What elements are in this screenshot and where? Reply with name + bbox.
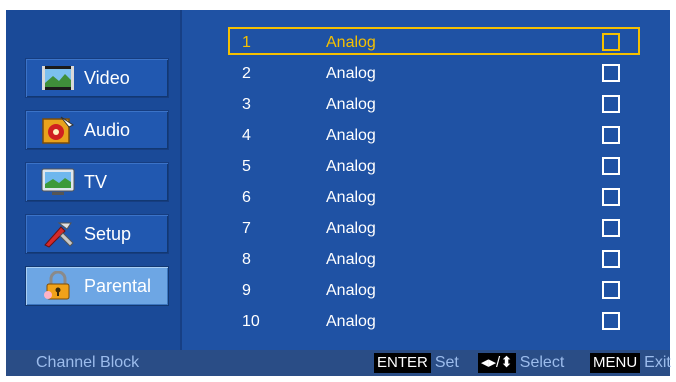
menu-hint-label: Exit: [644, 354, 671, 371]
menu-key-badge: MENU: [590, 353, 641, 373]
menu-item-label: TV: [84, 171, 108, 192]
channel-row[interactable]: 1 Analog: [228, 27, 642, 56]
channel-type: Analog: [326, 282, 376, 299]
channel-type: Analog: [326, 96, 376, 113]
menu-item-audio[interactable]: Audio: [25, 110, 169, 150]
menu-hint: MENU Exit: [590, 353, 671, 373]
channel-row[interactable]: 5 Analog: [230, 154, 642, 180]
menu-item-tv[interactable]: TV: [25, 162, 169, 202]
block-checkbox[interactable]: [602, 126, 620, 144]
channel-number: 6: [242, 189, 251, 206]
channel-number: 8: [242, 251, 251, 268]
channel-type: Analog: [326, 65, 376, 82]
channel-type: Analog: [326, 313, 376, 330]
parental-menu-panel: Video Audio TV Setup Parental 1 Analog 2…: [6, 10, 670, 350]
block-checkbox[interactable]: [602, 250, 620, 268]
channel-row[interactable]: 8 Analog: [230, 247, 642, 273]
block-checkbox[interactable]: [602, 33, 620, 51]
channel-type: Analog: [326, 34, 376, 51]
menu-item-label: Setup: [84, 223, 132, 244]
channel-row[interactable]: 6 Analog: [230, 185, 642, 211]
channel-number: 9: [242, 282, 251, 299]
arrow-hint: ◂▸/⬍ Select: [478, 353, 564, 373]
setup-tools-icon: [40, 219, 76, 249]
menu-item-label: Parental: [84, 275, 152, 296]
footer-bar: Channel Block ENTER Set ◂▸/⬍ Select MENU…: [6, 350, 671, 376]
menu-item-label: Audio: [84, 119, 131, 140]
selection-highlight: [228, 27, 640, 55]
enter-key-badge: ENTER: [374, 353, 431, 373]
channel-type: Analog: [326, 251, 376, 268]
enter-hint-label: Set: [434, 354, 459, 371]
channel-number: 5: [242, 158, 251, 175]
page-title: Channel Block: [36, 354, 140, 371]
block-checkbox[interactable]: [602, 95, 620, 113]
channel-type: Analog: [326, 127, 376, 144]
menu-item-label: Video: [84, 67, 130, 88]
parental-lock-icon: [40, 271, 76, 301]
channel-number: 7: [242, 220, 251, 237]
block-checkbox[interactable]: [602, 219, 620, 237]
channel-number: 4: [242, 127, 251, 144]
channel-row[interactable]: 2 Analog: [230, 61, 642, 87]
channel-row[interactable]: 4 Analog: [230, 123, 642, 149]
arrow-keys-icon: ◂▸/⬍: [478, 353, 516, 373]
main-menu-sidebar: Video Audio TV Setup Parental: [6, 10, 182, 350]
menu-item-setup[interactable]: Setup: [25, 214, 169, 254]
block-checkbox[interactable]: [602, 281, 620, 299]
tv-icon: [40, 167, 76, 197]
block-checkbox[interactable]: [602, 64, 620, 82]
channel-row[interactable]: 10 Analog: [230, 309, 642, 335]
channel-row[interactable]: 3 Analog: [230, 92, 642, 118]
block-checkbox[interactable]: [602, 312, 620, 330]
channel-number: 10: [242, 313, 260, 330]
menu-item-parental[interactable]: Parental: [25, 266, 169, 306]
menu-item-video[interactable]: Video: [25, 58, 169, 98]
channel-type: Analog: [326, 158, 376, 175]
channel-number: 3: [242, 96, 251, 113]
channel-row[interactable]: 7 Analog: [230, 216, 642, 242]
enter-hint: ENTER Set: [374, 353, 459, 373]
channel-type: Analog: [326, 189, 376, 206]
channel-row[interactable]: 9 Analog: [230, 278, 642, 304]
channel-number: 1: [242, 34, 251, 51]
arrow-hint-label: Select: [519, 354, 565, 371]
channel-type: Analog: [326, 220, 376, 237]
block-checkbox[interactable]: [602, 188, 620, 206]
block-checkbox[interactable]: [602, 157, 620, 175]
tv-osd-screen: Video Audio TV Setup Parental 1 Analog 2…: [0, 0, 676, 382]
audio-icon: [40, 115, 76, 145]
video-icon: [40, 63, 76, 93]
channel-number: 2: [242, 65, 251, 82]
